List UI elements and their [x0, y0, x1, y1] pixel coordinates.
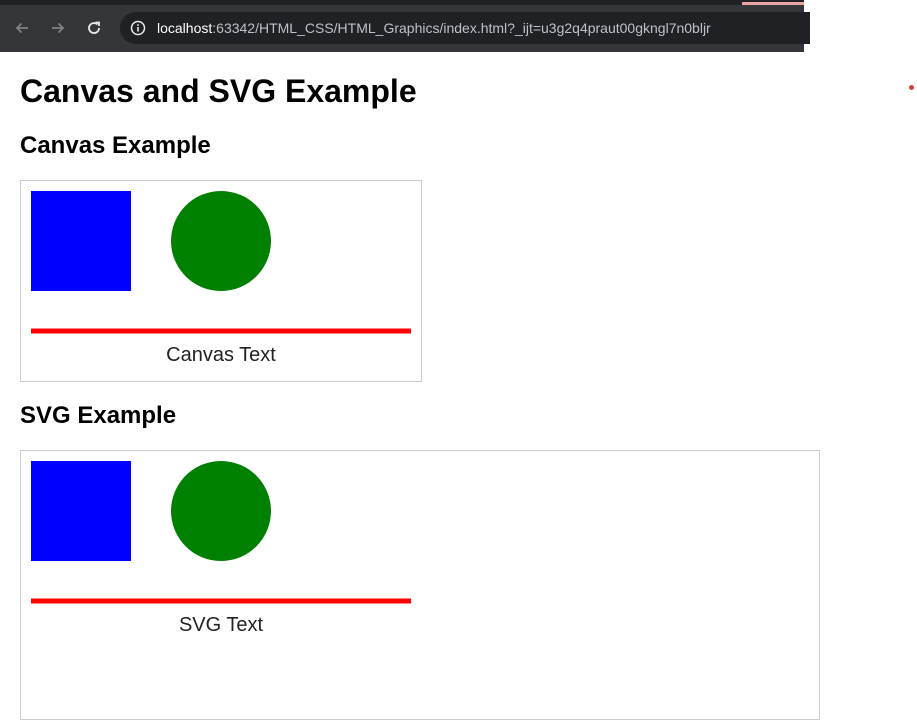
svg-drawing-area: SVG Text — [20, 450, 820, 720]
url-host: localhost — [157, 20, 213, 36]
tab-accent — [742, 2, 804, 5]
canvas-section-heading: Canvas Example — [20, 132, 211, 159]
svg-green-circle — [171, 461, 271, 561]
svg-section-heading: SVG Example — [20, 402, 177, 429]
back-arrow-icon[interactable] — [10, 16, 34, 40]
canvas-blue-square — [31, 191, 131, 291]
svg-blue-square — [31, 461, 131, 561]
reload-icon[interactable] — [82, 16, 106, 40]
red-dot-marker — [909, 85, 914, 90]
svg-text: SVG Text — [179, 614, 264, 636]
page-title: Canvas and SVG Example — [20, 73, 417, 109]
canvas-drawing-area: Canvas Text — [20, 180, 422, 382]
canvas-text: Canvas Text — [166, 344, 276, 366]
tab-strip — [0, 0, 804, 5]
forward-arrow-icon[interactable] — [46, 16, 70, 40]
address-bar[interactable]: localhost:63342/HTML_CSS/HTML_Graphics/i… — [120, 12, 810, 44]
site-info-icon[interactable] — [130, 20, 146, 36]
browser-toolbar: localhost:63342/HTML_CSS/HTML_Graphics/i… — [0, 0, 810, 52]
url-path: :63342/HTML_CSS/HTML_Graphics/index.html… — [212, 20, 711, 36]
url-text[interactable]: localhost:63342/HTML_CSS/HTML_Graphics/i… — [157, 20, 711, 36]
canvas-green-circle — [171, 191, 271, 291]
